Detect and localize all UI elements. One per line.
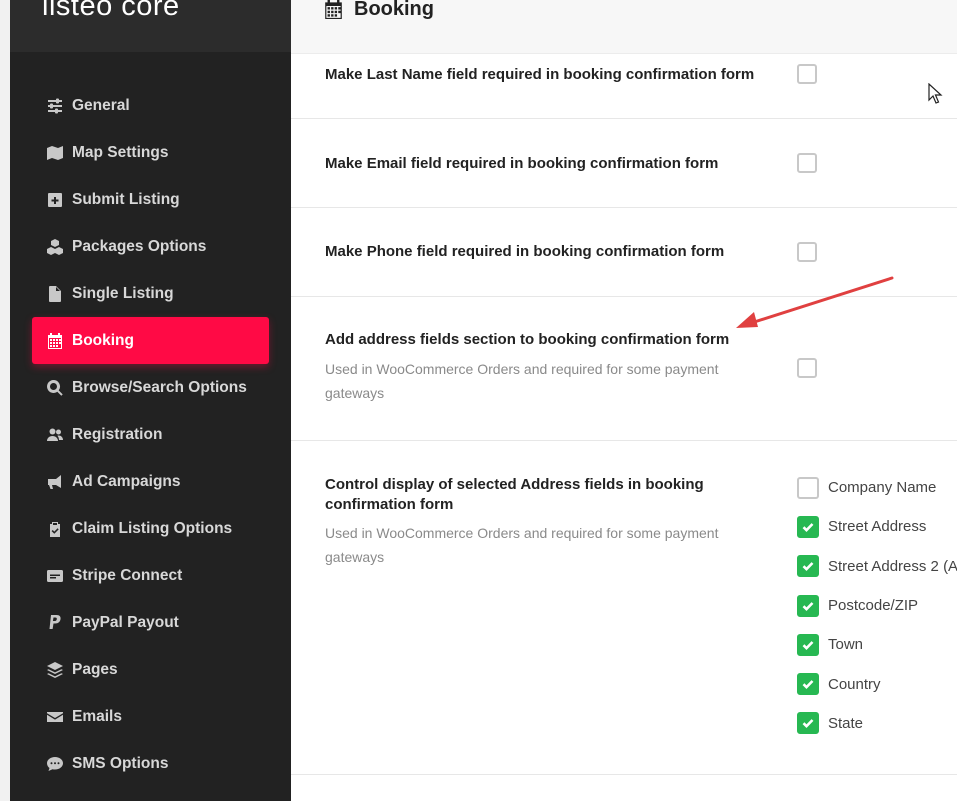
annotation-arrow (736, 276, 894, 328)
page-title-text: Booking (354, 0, 434, 20)
sidebar-item-label: SMS Options (72, 754, 169, 772)
sidebar-item-label: Registration (72, 425, 163, 443)
last-name-required-checkbox[interactable] (797, 64, 817, 84)
email-required-checkbox[interactable] (797, 153, 817, 173)
option-label: Company Name (828, 479, 937, 497)
address-field-option[interactable]: Country (797, 664, 957, 703)
sms-icon (46, 756, 64, 772)
address-field-option[interactable]: Company Name (797, 468, 957, 507)
clipboard-check-icon (46, 521, 64, 537)
check-icon (802, 640, 814, 650)
setting-description: Used in WooCommerce Orders and required … (325, 525, 719, 565)
calendar-icon (46, 332, 64, 349)
map-icon (46, 145, 64, 161)
address-fields-checkbox-group: Company Name Street Address Street Addre… (797, 468, 957, 743)
sidebar-item-packages-options[interactable]: Packages Options (32, 223, 269, 270)
users-icon (46, 427, 64, 443)
sidebar-item-claim-listing-options[interactable]: Claim Listing Options (32, 505, 269, 552)
check-icon (802, 719, 814, 729)
page-header: Booking (291, 0, 957, 54)
sidebar-item-label: Pages (72, 660, 118, 678)
check-icon (802, 601, 814, 611)
window-edge (0, 0, 10, 801)
check-icon (802, 562, 814, 572)
option-label: State (828, 714, 864, 732)
page-title: Booking (324, 0, 434, 21)
option-label: Country (828, 675, 881, 693)
setting-label: Make Phone field required in booking con… (325, 243, 725, 260)
checkbox-checked[interactable] (797, 515, 819, 538)
setting-label: Add address fields section to booking co… (325, 331, 730, 348)
address-field-option[interactable]: Postcode/ZIP (797, 586, 957, 625)
brand-bar: listeo core (10, 0, 291, 52)
brand-logo: listeo core (42, 0, 180, 22)
checkbox-checked[interactable] (797, 594, 819, 617)
sidebar-item-stripe-connect[interactable]: Stripe Connect (32, 552, 269, 599)
sidebar-item-map-settings[interactable]: Map Settings (32, 129, 269, 176)
checkbox-checked[interactable] (797, 633, 819, 656)
sidebar-item-single-listing[interactable]: Single Listing (32, 270, 269, 317)
check-icon (802, 523, 814, 532)
sidebar-nav: General Map Settings Submit Listing Pack… (32, 82, 269, 787)
sidebar: listeo core General Map Settings Submit … (10, 0, 291, 801)
sidebar-item-paypal-payout[interactable]: PayPal Payout (32, 599, 269, 646)
sliders-icon (46, 98, 64, 114)
option-label: Street Address 2 (A (828, 557, 957, 575)
setting-label: Make Email field required in booking con… (325, 155, 719, 172)
address-field-option[interactable]: Town (797, 625, 957, 664)
sidebar-item-label: Booking (72, 331, 134, 349)
address-field-option[interactable]: Street Address (797, 507, 957, 546)
sidebar-item-label: Claim Listing Options (72, 519, 233, 537)
sidebar-item-general[interactable]: General (32, 82, 269, 129)
sidebar-item-emails[interactable]: Emails (32, 693, 269, 740)
check-icon (802, 680, 814, 690)
checkbox-unchecked[interactable] (797, 476, 819, 499)
file-icon (46, 285, 64, 302)
setting-label: Make Last Name field required in booking… (325, 66, 755, 83)
checkbox-checked[interactable] (797, 712, 819, 735)
sidebar-item-booking[interactable]: Booking (32, 317, 269, 364)
address-field-option[interactable]: Street Address 2 (A (797, 547, 957, 586)
checkbox-checked[interactable] (797, 673, 819, 696)
setting-label: Control display of selected Address fiel… (325, 476, 704, 513)
paypal-icon (46, 614, 64, 631)
checkbox-checked[interactable] (797, 555, 819, 578)
sidebar-item-pages[interactable]: Pages (32, 646, 269, 693)
sidebar-item-label: Browse/Search Options (72, 378, 247, 396)
sidebar-item-label: Submit Listing (72, 190, 180, 208)
sidebar-item-label: Single Listing (72, 284, 174, 302)
megaphone-icon (46, 474, 64, 490)
address-field-option[interactable]: State (797, 704, 957, 743)
sidebar-item-ad-campaigns[interactable]: Ad Campaigns (32, 458, 269, 505)
sidebar-item-sms-options[interactable]: SMS Options (32, 740, 269, 787)
option-label: Town (828, 636, 864, 654)
sidebar-item-registration[interactable]: Registration (32, 411, 269, 458)
calendar-icon (325, 0, 342, 19)
sidebar-item-label: Packages Options (72, 237, 207, 255)
mouse-cursor-icon (928, 83, 943, 104)
address-section-checkbox[interactable] (797, 358, 817, 378)
option-label: Postcode/ZIP (828, 597, 919, 615)
stripe-icon (46, 568, 64, 584)
plus-square-icon (46, 192, 64, 208)
setting-row-address-fields: Control display of selected Address fiel… (291, 441, 957, 775)
setting-row-last-name: Make Last Name field required in booking… (291, 53, 957, 119)
setting-description: Used in WooCommerce Orders and required … (325, 361, 719, 401)
settings-panel: Make Last Name field required in booking… (291, 53, 957, 775)
option-label: Street Address (828, 518, 927, 536)
sidebar-item-label: Map Settings (72, 143, 169, 161)
sidebar-item-label: PayPal Payout (72, 613, 179, 631)
sidebar-item-label: Emails (72, 707, 122, 725)
sidebar-item-label: Stripe Connect (72, 566, 183, 584)
layers-icon (46, 661, 64, 678)
envelope-icon (46, 709, 64, 725)
phone-required-checkbox[interactable] (797, 242, 817, 262)
cubes-icon (46, 238, 64, 255)
setting-row-email: Make Email field required in booking con… (291, 119, 957, 208)
search-icon (46, 379, 64, 396)
sidebar-item-label: General (72, 96, 130, 114)
sidebar-item-submit-listing[interactable]: Submit Listing (32, 176, 269, 223)
sidebar-item-browse-search-options[interactable]: Browse/Search Options (32, 364, 269, 411)
sidebar-item-label: Ad Campaigns (72, 472, 181, 490)
